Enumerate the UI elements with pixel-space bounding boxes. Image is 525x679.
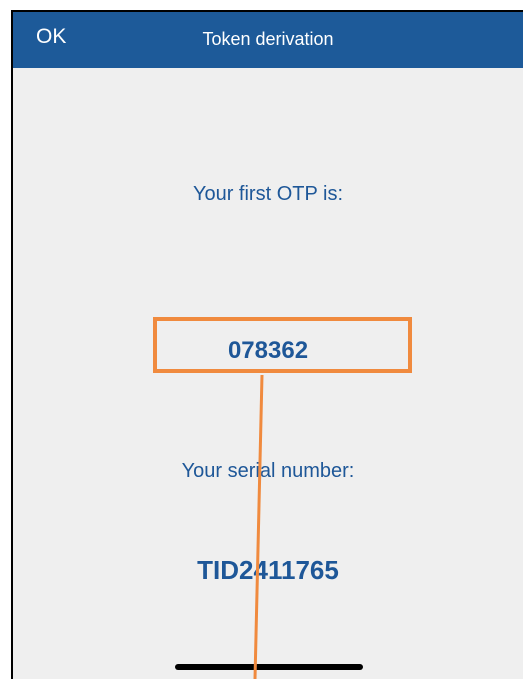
page-title: Token derivation (202, 29, 334, 49)
serial-number-value: TID2411765 (197, 555, 339, 585)
navigation-bar: OK Token derivation (13, 12, 523, 68)
home-indicator[interactable] (175, 664, 363, 670)
page: OK Token derivation Your first OTP is: 0… (0, 0, 525, 679)
otp-highlight-box (153, 317, 412, 373)
serial-number-label: Your serial number: (181, 460, 355, 482)
otp-label: Your first OTP is: (192, 183, 344, 205)
